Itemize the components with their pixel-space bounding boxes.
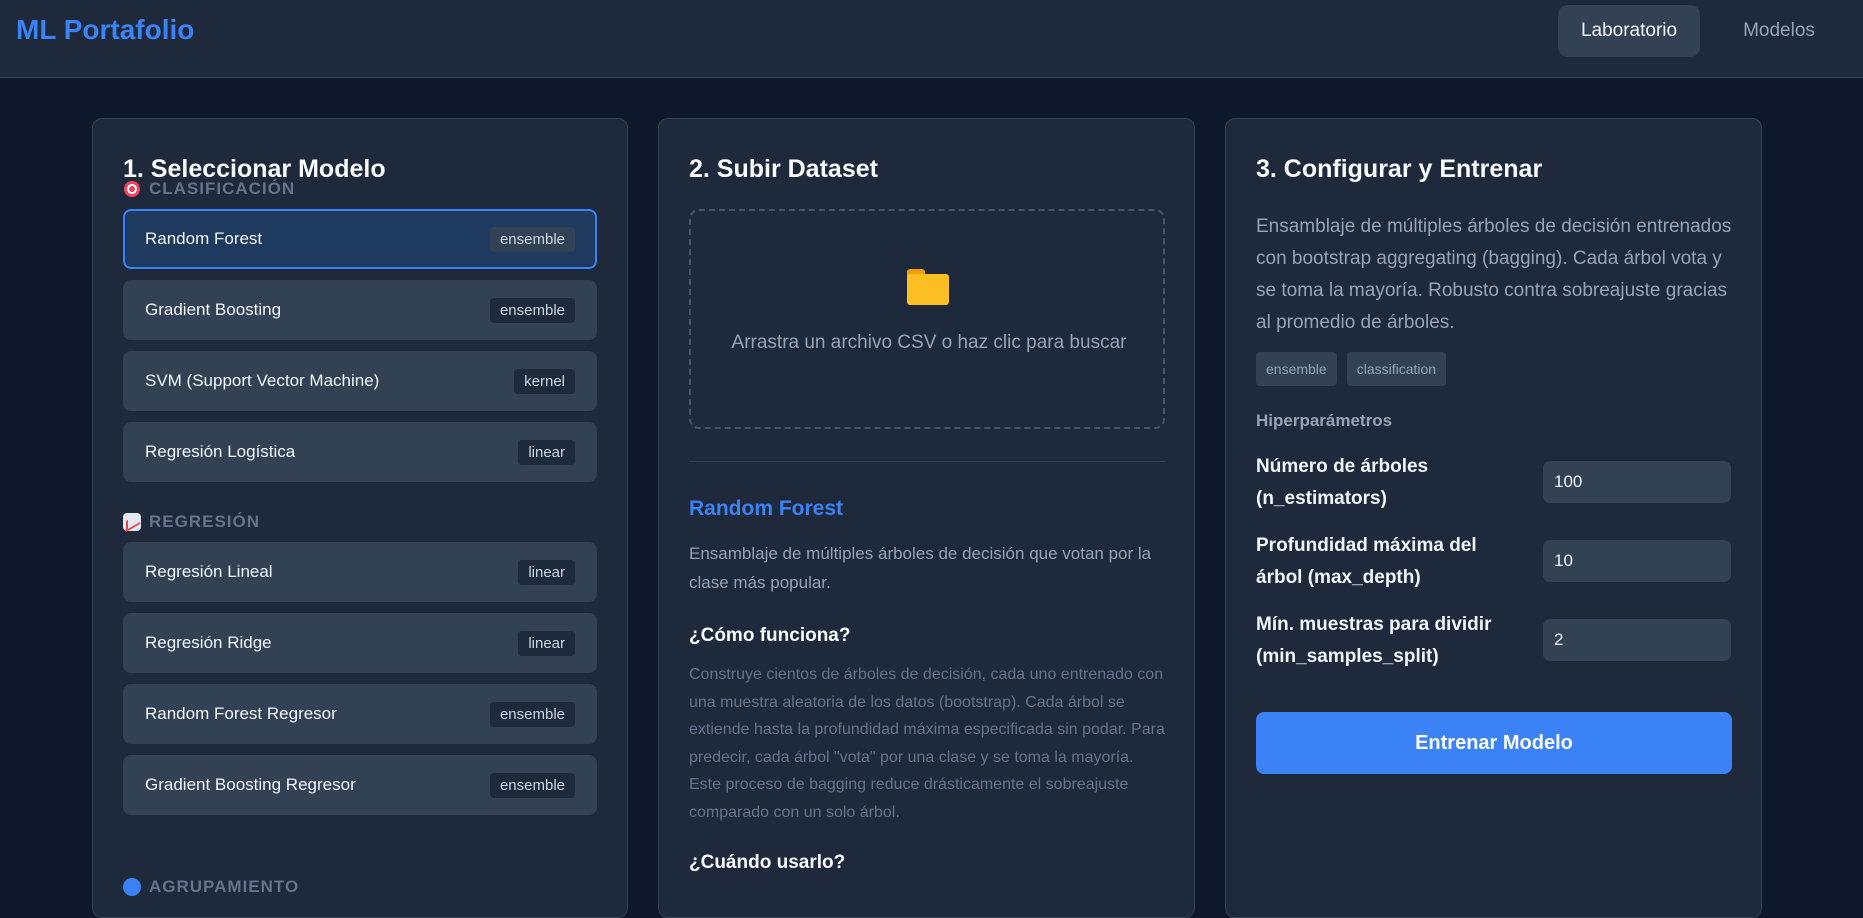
nav-modelos[interactable]: Modelos [1712,5,1846,57]
max-depth-input[interactable] [1543,540,1731,582]
group-label: REGRESIÓN [149,512,261,531]
model-tag: linear [518,559,575,585]
model-name: Gradient Boosting [145,300,282,319]
model-tag: linear [518,630,575,656]
model-gradient-boosting-regressor[interactable]: Gradient Boosting Regresor ensemble [123,755,597,815]
divider [689,461,1165,462]
model-random-forest[interactable]: Random Forest ensemble [123,209,597,269]
model-tag: linear [518,439,575,465]
model-tag: kernel [514,368,575,394]
model-logistic-regression[interactable]: Regresión Logística linear [123,422,597,482]
model-name: Regresión Lineal [145,562,273,581]
model-name: Gradient Boosting Regresor [145,775,356,794]
model-select-panel: 1. Seleccionar Modelo CLASIFICACIÓN Rand… [92,118,628,918]
group-clustering: AGRUPAMIENTO [123,877,299,897]
model-name: Regresión Logística [145,442,296,461]
model-gradient-boosting[interactable]: Gradient Boosting ensemble [123,280,597,340]
upload-panel: 2. Subir Dataset Arrastra un archivo CSV… [658,118,1195,918]
model-info-title: Random Forest [689,497,844,520]
panel-title: 2. Subir Dataset [689,155,878,183]
nav-laboratorio[interactable]: Laboratorio [1558,5,1700,57]
model-tag: ensemble [489,297,575,323]
config-panel: 3. Configurar y Entrenar Ensamblaje de m… [1225,118,1762,918]
model-linear-regression[interactable]: Regresión Lineal linear [123,542,597,602]
dropzone-text: Arrastra un archivo CSV o haz clic para … [731,332,1127,353]
min-samples-split-label: Mín. muestras para dividir (min_samples_… [1256,614,1492,667]
model-name: Random Forest [145,229,263,248]
group-label: CLASIFICACIÓN [149,179,296,198]
model-tag: ensemble [489,226,575,252]
model-info-description: Ensamblaje de múltiples árboles de decis… [689,544,1152,592]
n-estimators-label: Número de árboles (n_estimators) [1256,456,1429,509]
when-to-use-heading: ¿Cuándo usarlo? [689,852,846,873]
min-samples-split-input[interactable] [1543,619,1731,661]
model-name: SVM (Support Vector Machine) [145,371,380,390]
model-svm[interactable]: SVM (Support Vector Machine) kernel [123,351,597,411]
group-regression: REGRESIÓN [123,512,260,532]
n-estimators-input[interactable] [1543,461,1731,503]
model-tags: ensemble classification [1256,352,1447,386]
how-it-works-heading: ¿Cómo funciona? [689,625,851,646]
how-it-works-text: Construye cientos de árboles de decisión… [689,666,1165,821]
csv-dropzone[interactable]: Arrastra un archivo CSV o haz clic para … [689,209,1165,429]
model-random-forest-regressor[interactable]: Random Forest Regresor ensemble [123,684,597,744]
model-tag: ensemble [489,772,575,798]
hyperparameters-heading: Hiperparámetros [1256,411,1393,430]
target-icon [123,180,141,198]
tag-classification: classification [1346,352,1447,386]
tag-ensemble: ensemble [1256,352,1337,386]
folder-icon [907,269,949,305]
blue-circle-icon [123,878,141,896]
group-label: AGRUPAMIENTO [149,877,300,896]
train-model-button[interactable]: Entrenar Modelo [1256,712,1732,774]
model-tag: ensemble [489,701,575,727]
chart-increasing-icon [123,513,141,531]
model-ridge-regression[interactable]: Regresión Ridge linear [123,613,597,673]
max-depth-label: Profundidad máxima del árbol (max_depth) [1256,535,1477,588]
brand-logo[interactable]: ML Portafolio [16,14,194,46]
model-name: Regresión Ridge [145,633,272,652]
group-classification: CLASIFICACIÓN [123,179,295,199]
top-nav-bar: ML Portafolio Laboratorio Modelos [0,0,1863,78]
model-description: Ensamblaje de múltiples árboles de decis… [1256,216,1732,333]
panel-title: 3. Configurar y Entrenar [1256,155,1543,183]
model-name: Random Forest Regresor [145,704,337,723]
